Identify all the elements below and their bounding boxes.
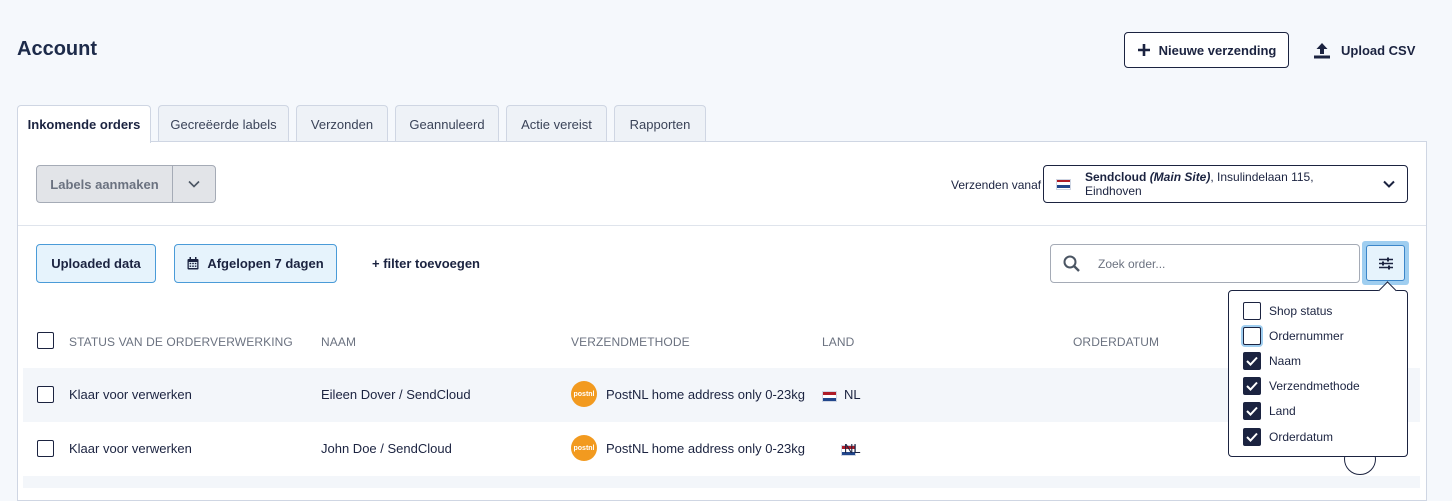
checkbox[interactable] [1243, 302, 1261, 320]
date-range-filter[interactable]: Afgelopen 7 dagen [174, 244, 337, 283]
column-header-country[interactable]: LAND [822, 335, 854, 349]
column-option-verzendmethode[interactable]: Verzendmethode [1243, 377, 1360, 395]
row-status: Klaar voor verwerken [69, 387, 192, 402]
plus-icon [1137, 44, 1150, 56]
tab-label: Actie vereist [521, 116, 592, 132]
column-option-ordernummer[interactable]: Ordernummer [1243, 327, 1344, 345]
check-icon [1246, 356, 1258, 366]
column-option-orderdatum[interactable]: Orderdatum [1243, 428, 1333, 446]
postnl-logo: postnl [571, 435, 597, 461]
tab-label: Gecreëerde labels [170, 116, 277, 132]
date-range-label: Afgelopen 7 dagen [207, 256, 324, 271]
create-labels-dropdown-toggle[interactable] [173, 166, 215, 202]
column-header-status[interactable]: STATUS VAN DE ORDERVERWERKING [69, 335, 293, 349]
tab-verzonden[interactable]: Verzonden [296, 105, 388, 142]
nl-flag-icon [1056, 178, 1071, 190]
new-shipment-button[interactable]: Nieuwe verzending [1124, 32, 1289, 68]
tab-actie-vereist[interactable]: Actie vereist [506, 105, 607, 142]
search-icon [1063, 255, 1080, 272]
search-input[interactable] [1096, 255, 1340, 272]
checkbox[interactable] [1243, 352, 1261, 370]
column-header-method[interactable]: VERZENDMETHODE [571, 335, 690, 349]
add-filter-button[interactable]: + filter toevoegen [372, 256, 480, 271]
tab-rapporten[interactable]: Rapporten [614, 105, 706, 142]
chevron-down-icon [188, 180, 200, 188]
check-icon [1246, 406, 1258, 416]
divider [18, 225, 1426, 226]
column-option-shop-status[interactable]: Shop status [1243, 302, 1332, 320]
checkbox[interactable] [1243, 377, 1261, 395]
row-checkbox[interactable] [37, 386, 54, 403]
row-shipping-method: PostNL home address only 0-23kg [606, 441, 805, 456]
tab-inkomende-orders[interactable]: Inkomende orders [17, 105, 151, 143]
table-row[interactable] [23, 476, 1420, 488]
row-checkbox[interactable] [37, 440, 54, 457]
tab-geannuleerd[interactable]: Geannuleerd [395, 105, 499, 142]
tab-label: Geannuleerd [409, 116, 485, 132]
tab-gecreeerde-labels[interactable]: Gecreëerde labels [158, 105, 289, 142]
row-status: Klaar voor verwerken [69, 441, 192, 456]
nl-flag-icon [822, 391, 837, 402]
column-header-name[interactable]: NAAM [321, 335, 356, 349]
row-name: John Doe / SendCloud [321, 441, 452, 456]
new-shipment-label: Nieuwe verzending [1158, 42, 1277, 58]
checkbox[interactable] [1243, 327, 1261, 345]
row-country: NL [844, 387, 861, 402]
column-option-label: Ordernummer [1269, 329, 1344, 343]
ship-from-select[interactable]: Sendcloud (Main Site), Insulindelaan 115… [1043, 165, 1408, 203]
column-header-order-date[interactable]: ORDERDATUM [1073, 335, 1159, 349]
calendar-icon [187, 257, 199, 270]
column-option-label: Orderdatum [1269, 430, 1334, 444]
column-option-label: Naam [1269, 354, 1302, 368]
ship-from-label: Verzenden vanaf [951, 178, 1042, 192]
uploaded-data-filter[interactable]: Uploaded data [36, 244, 156, 283]
tab-label: Inkomende orders [27, 117, 141, 132]
upload-csv-button[interactable]: Upload CSV [1313, 32, 1415, 68]
ship-from-name: Sendcloud [1085, 170, 1147, 184]
column-option-land[interactable]: Land [1243, 402, 1296, 420]
column-settings-button-inner [1366, 245, 1405, 281]
page-title: Account [17, 38, 97, 60]
check-icon [1246, 432, 1258, 442]
tab-label: Rapporten [629, 116, 691, 132]
checkbox[interactable] [1243, 402, 1261, 420]
column-visibility-menu: Shop status Ordernummer Naam Verzendmeth… [1228, 281, 1408, 457]
column-settings-button[interactable] [1362, 241, 1409, 285]
select-all-checkbox[interactable] [37, 332, 54, 349]
column-option-naam[interactable]: Naam [1243, 352, 1301, 370]
ship-from-site: (Main Site) [1149, 170, 1211, 184]
tab-label: Verzonden [310, 116, 374, 132]
sliders-icon [1378, 257, 1393, 269]
create-labels-label: Labels aanmaken [50, 176, 159, 192]
column-option-label: Land [1269, 404, 1296, 418]
row-shipping-method: PostNL home address only 0-23kg [606, 387, 805, 402]
create-labels-button[interactable]: Labels aanmaken [37, 166, 173, 202]
column-option-label: Shop status [1269, 304, 1333, 318]
check-icon [1246, 381, 1258, 391]
row-name: Eileen Dover / SendCloud [321, 387, 471, 402]
ship-from-value: Sendcloud (Main Site), Insulindelaan 115… [1085, 170, 1369, 198]
create-labels-split-button: Labels aanmaken [36, 165, 216, 203]
column-option-label: Verzendmethode [1269, 379, 1360, 393]
upload-icon [1314, 42, 1330, 58]
search-field [1050, 244, 1360, 283]
upload-csv-label: Upload CSV [1341, 42, 1416, 58]
checkbox[interactable] [1243, 428, 1261, 446]
row-country: NL [844, 441, 861, 456]
chevron-down-icon [1383, 180, 1395, 188]
uploaded-data-label: Uploaded data [51, 256, 141, 271]
postnl-logo: postnl [571, 381, 597, 407]
